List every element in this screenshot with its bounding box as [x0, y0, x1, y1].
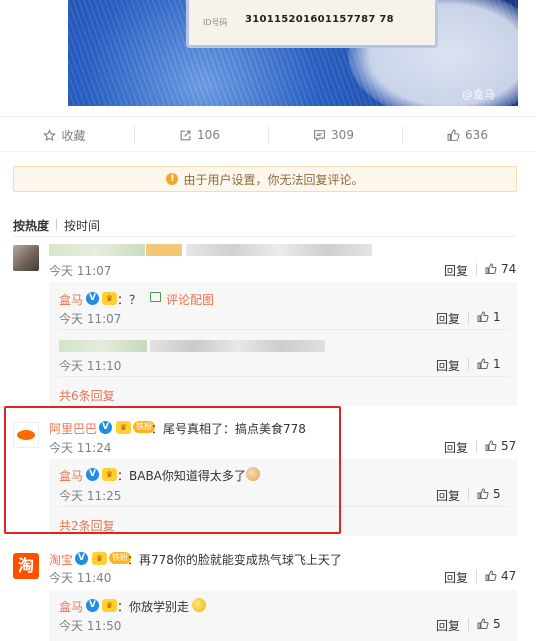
- comment-sort-tabs: 按热度 按时间: [13, 217, 100, 233]
- divider: [468, 618, 469, 631]
- vip-crown-icon: ♛: [102, 599, 117, 612]
- comment-like-button[interactable]: 74: [485, 262, 516, 276]
- reply-like-button[interactable]: 5: [477, 487, 501, 501]
- reply-button[interactable]: 回复: [444, 439, 468, 456]
- reply-button[interactable]: 回复: [444, 569, 468, 586]
- post-action-bar: 收藏 106 309 636: [0, 116, 536, 152]
- reply-like-button[interactable]: 1: [477, 310, 501, 324]
- thumbs-up-icon: [485, 440, 497, 451]
- verified-v-icon: V: [75, 552, 88, 565]
- favorite-button[interactable]: 收藏: [0, 117, 129, 153]
- comment-time: 今天 11:07: [49, 264, 112, 278]
- tab-divider: [56, 219, 58, 231]
- comment-text: ：再778你的脸就能变成热气球飞上天了: [127, 553, 342, 567]
- reply-text: ：？: [117, 293, 142, 307]
- more-replies-link[interactable]: 共6条回复: [59, 387, 115, 404]
- comment-like-button[interactable]: 47: [485, 569, 516, 583]
- like-count: 74: [501, 262, 517, 276]
- blurred-name: [59, 340, 147, 352]
- like-count: 47: [501, 569, 517, 583]
- blurred-badge: [146, 244, 182, 256]
- id-label: ID号码: [203, 18, 228, 27]
- reply-like-button[interactable]: 1: [477, 357, 501, 371]
- avatar[interactable]: [13, 245, 39, 271]
- thumbs-up-icon: [447, 129, 460, 141]
- taobao-avatar-icon[interactable]: 淘: [13, 553, 39, 579]
- divider: [59, 329, 509, 330]
- reply-time: 今天 11:07: [59, 312, 122, 326]
- divider: [476, 263, 477, 276]
- divider: [476, 570, 477, 583]
- divider: [468, 358, 469, 371]
- reply-like-button[interactable]: 5: [477, 617, 501, 631]
- thumbs-up-icon: [477, 358, 489, 369]
- post-image[interactable]: ID号码 310115201601157787 78 @盒马: [68, 0, 518, 106]
- image-icon: [150, 292, 161, 302]
- divider: [13, 236, 517, 237]
- divider: [476, 440, 477, 453]
- reply-button[interactable]: 回复: [436, 357, 460, 374]
- image-watermark: @盒马: [462, 88, 495, 101]
- comment-time: 今天 11:40: [49, 571, 112, 585]
- highlight-annotation-box: [4, 406, 341, 534]
- blurred-text: [150, 340, 325, 352]
- blue-fur-photo: ID号码 310115201601157787 78 @盒马: [68, 0, 518, 106]
- divider: [468, 311, 469, 324]
- reply-time: 今天 11:10: [59, 359, 122, 373]
- comment-count: 309: [331, 128, 354, 142]
- repost-button[interactable]: 106: [135, 117, 264, 153]
- like-count: 5: [493, 487, 501, 501]
- exclamation-icon: !: [166, 173, 179, 185]
- comment-like-button[interactable]: 57: [485, 439, 516, 453]
- divider: [468, 488, 469, 501]
- id-number: 310115201601157787 78: [245, 14, 394, 25]
- reply-text: ：你放学别走: [117, 600, 190, 614]
- favorite-label: 收藏: [61, 128, 86, 143]
- id-card: ID号码 310115201601157787 78: [186, 0, 438, 48]
- reply-button[interactable]: 回复: [436, 617, 460, 634]
- comment-icon: [314, 129, 325, 142]
- tab-sort-hot[interactable]: 按热度: [13, 217, 49, 234]
- comment-author-name[interactable]: 淘宝: [49, 551, 73, 568]
- reply-button[interactable]: 回复: [436, 310, 460, 327]
- thumbs-up-icon: [485, 263, 497, 274]
- reply-restriction-notice: ! 由于用户设置，你无法回复评论。: [13, 166, 517, 192]
- thumbs-up-icon: [485, 570, 497, 581]
- reply-button[interactable]: 回复: [436, 487, 460, 504]
- star-icon: [43, 128, 57, 141]
- comment-button[interactable]: 309: [269, 117, 398, 153]
- reply-button[interactable]: 回复: [444, 262, 468, 279]
- share-icon: [180, 130, 191, 140]
- thumbs-up-icon: [477, 311, 489, 322]
- blurred-name: [49, 244, 145, 256]
- weibo-post-card: ID号码 310115201601157787 78 @盒马 收藏 106 30…: [0, 0, 536, 641]
- vip-crown-icon: ♛: [92, 552, 107, 565]
- like-count: 1: [493, 357, 501, 371]
- divider: [59, 376, 509, 377]
- comment-image-link[interactable]: 评论配图: [166, 291, 214, 308]
- verified-v-icon: V: [86, 292, 99, 305]
- tab-sort-time[interactable]: 按时间: [64, 217, 100, 234]
- vip-crown-icon: ♛: [102, 292, 117, 305]
- like-count: 636: [465, 128, 488, 142]
- like-count: 57: [501, 439, 517, 453]
- thumbs-up-icon: [477, 618, 489, 629]
- like-count: 1: [493, 310, 501, 324]
- smile-emoji-icon: [192, 598, 206, 612]
- reply-author-name[interactable]: 盒马: [59, 291, 83, 308]
- blurred-text: [186, 244, 372, 256]
- reply-author-name[interactable]: 盒马: [59, 598, 83, 615]
- like-button[interactable]: 636: [403, 117, 532, 153]
- thumbs-up-icon: [477, 488, 489, 499]
- notice-text: 由于用户设置，你无法回复评论。: [183, 172, 364, 187]
- verified-v-icon: V: [86, 599, 99, 612]
- reply-time: 今天 11:50: [59, 619, 122, 633]
- repost-count: 106: [197, 128, 220, 142]
- like-count: 5: [493, 617, 501, 631]
